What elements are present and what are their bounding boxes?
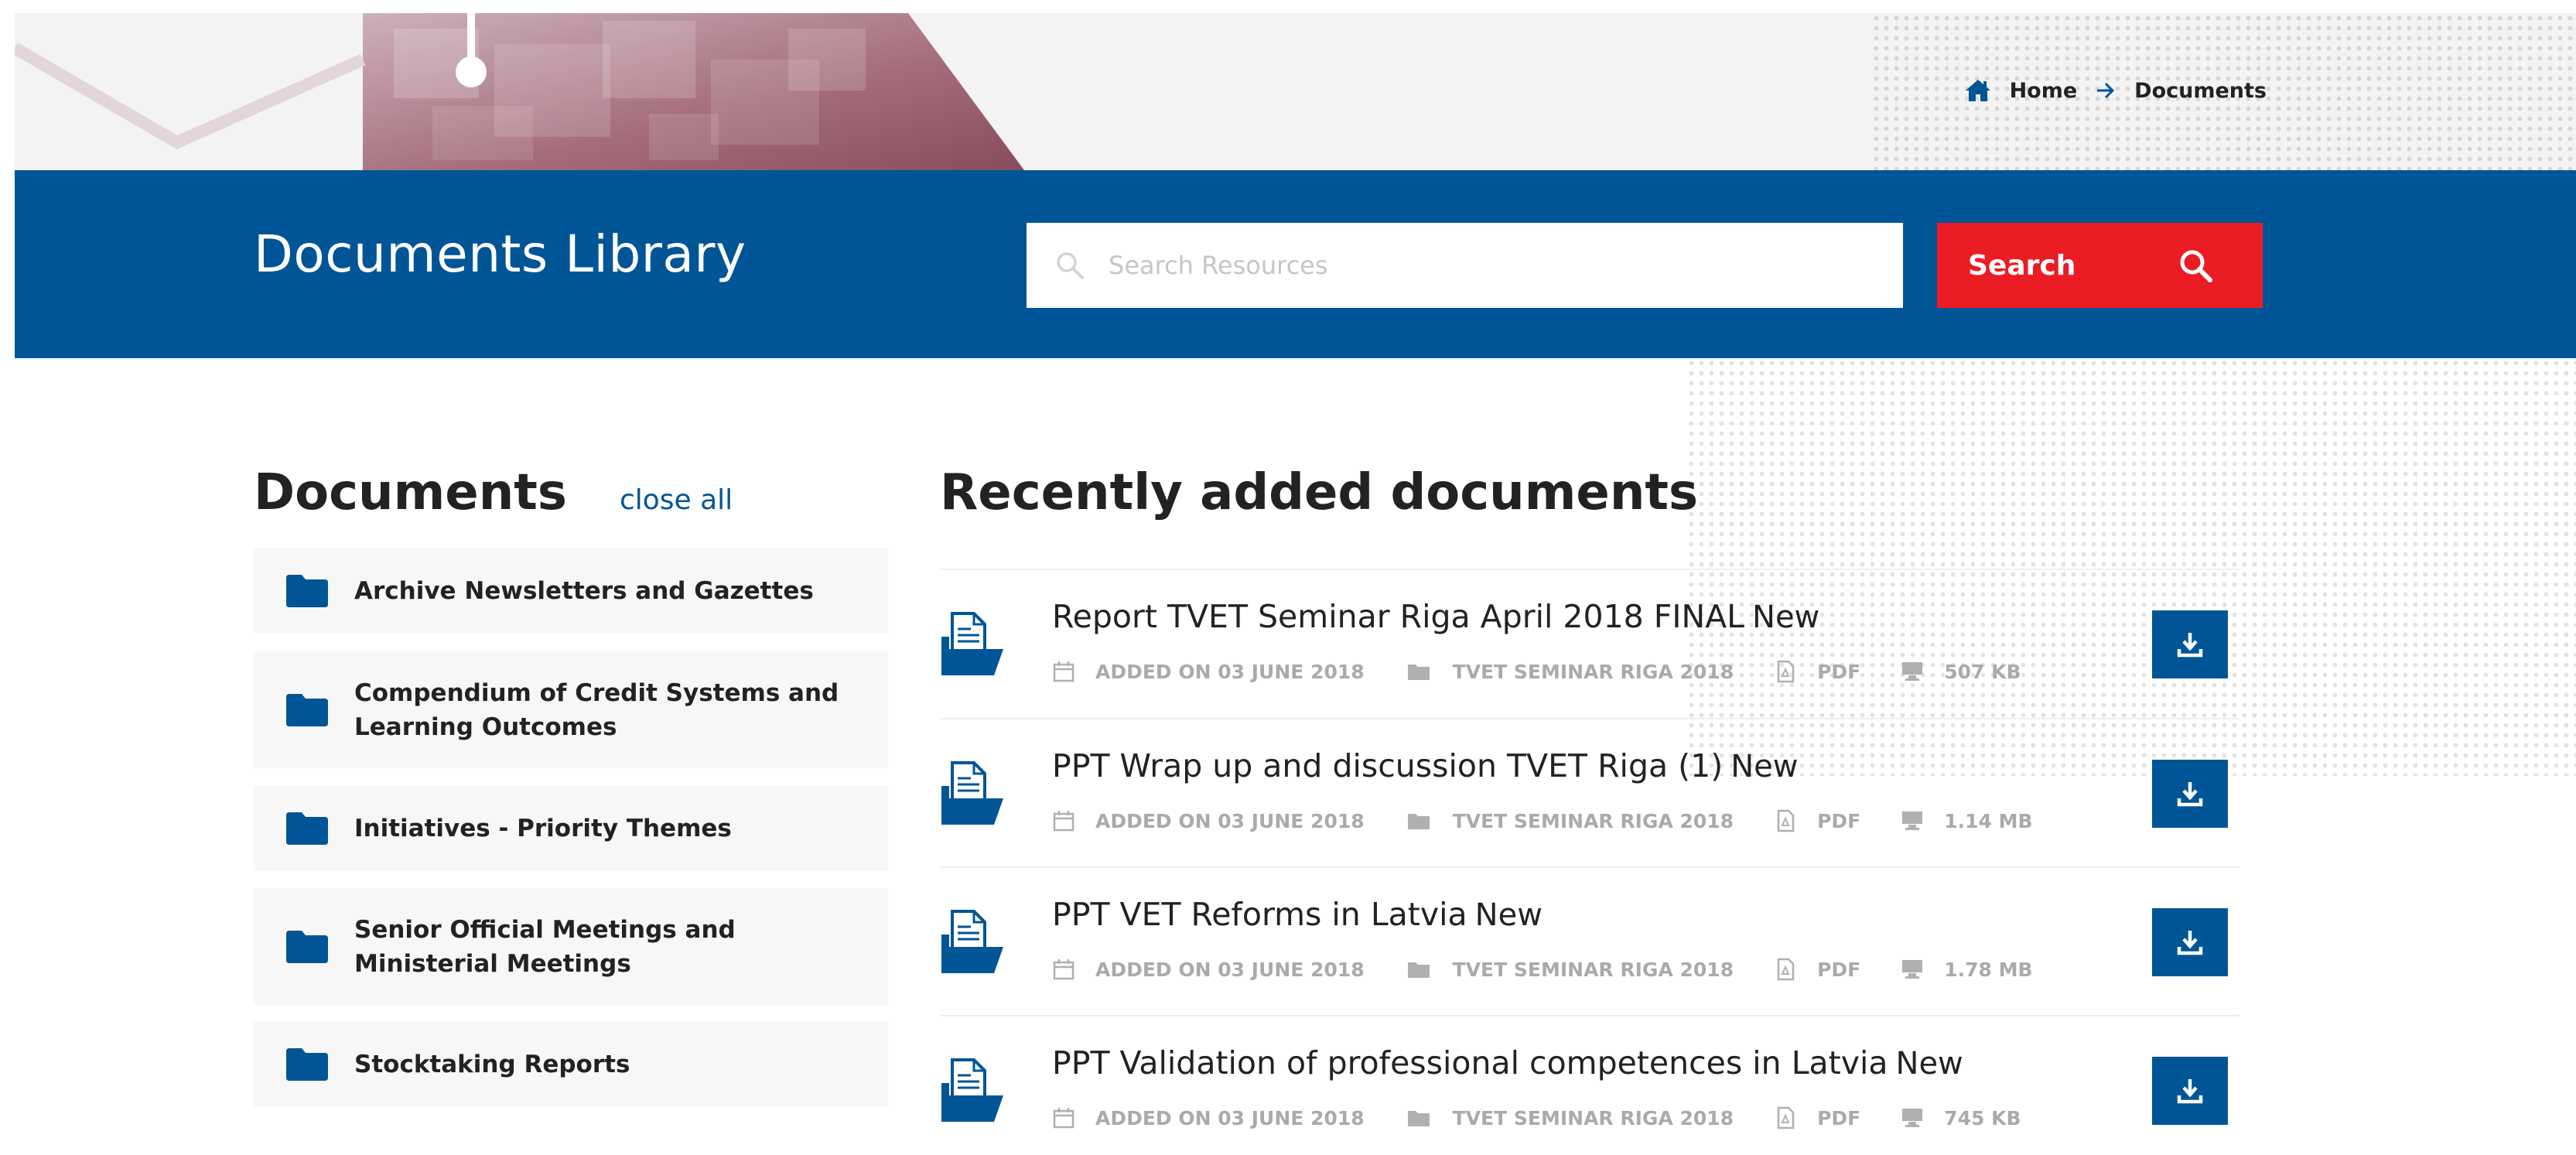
breadcrumb-current: Documents <box>2134 78 2267 103</box>
document-format: PDF <box>1817 660 1861 683</box>
pdf-icon <box>1777 660 1795 683</box>
search-input[interactable] <box>1109 251 1882 280</box>
document-icon <box>941 910 1003 973</box>
document-category: TVET SEMINAR RIGA 2018 <box>1452 1106 1734 1129</box>
document-meta: ADDED ON 03 JUNE 2018 TVET SEMINAR RIGA … <box>1052 809 2073 832</box>
header-bar: Documents Library Search <box>15 170 2576 358</box>
document-size: 1.14 MB <box>1944 809 2033 832</box>
folder-label: Senior Official Meetings and Ministerial… <box>354 915 736 978</box>
document-title[interactable]: Report TVET Seminar Riga April 2018 FINA… <box>1052 598 1819 635</box>
folder-icon <box>1407 665 1430 680</box>
filesize-icon <box>1902 662 1923 681</box>
folder-label: Stocktaking Reports <box>354 1051 630 1078</box>
document-format: PDF <box>1817 958 1861 981</box>
document-date: ADDED ON 03 JUNE 2018 <box>1095 1106 1365 1129</box>
calendar-icon <box>1053 661 1074 682</box>
document-row: Report TVET Seminar Riga April 2018 FINA… <box>940 569 2239 716</box>
document-meta: ADDED ON 03 JUNE 2018 TVET SEMINAR RIGA … <box>1052 1106 2062 1129</box>
download-icon <box>2177 1079 2203 1104</box>
new-badge: New <box>1752 600 1820 635</box>
documents-sidebar: Documents close all Archive Newsletters … <box>254 464 888 1107</box>
folder-icon <box>286 575 328 607</box>
download-icon <box>2177 931 2203 955</box>
download-icon <box>2177 633 2203 658</box>
arrow-right-icon <box>2097 82 2115 99</box>
sidebar-title: Documents <box>254 464 567 521</box>
home-icon[interactable] <box>1965 78 1991 103</box>
folder-icon <box>1407 962 1430 978</box>
new-badge: New <box>1474 897 1543 933</box>
filesize-icon <box>1902 1109 1923 1127</box>
document-title[interactable]: PPT VET Reforms in Latvia New <box>1052 896 1543 933</box>
folder-item[interactable]: Initiatives - Priority Themes <box>254 786 888 871</box>
document-category: TVET SEMINAR RIGA 2018 <box>1452 660 1734 683</box>
calendar-icon <box>1053 1108 1074 1129</box>
filesize-icon <box>1902 960 1923 979</box>
document-date: ADDED ON 03 JUNE 2018 <box>1095 809 1365 832</box>
document-title-text[interactable]: PPT Validation of professional competenc… <box>1052 1044 1888 1082</box>
pdf-icon <box>1777 958 1795 981</box>
close-all-link[interactable]: close all <box>620 484 733 516</box>
document-title-text[interactable]: PPT Wrap up and discussion TVET Riga (1) <box>1052 747 1723 784</box>
search-field[interactable] <box>1027 223 1903 308</box>
document-format: PDF <box>1817 809 1861 832</box>
filesize-icon <box>1902 812 1923 830</box>
folder-icon <box>286 812 328 845</box>
search-icon <box>1057 252 1084 279</box>
document-date: ADDED ON 03 JUNE 2018 <box>1095 958 1365 981</box>
folder-icon <box>1407 1111 1430 1126</box>
document-title[interactable]: PPT Wrap up and discussion TVET Riga (1)… <box>1052 747 1798 784</box>
folder-item[interactable]: Senior Official Meetings and Ministerial… <box>254 888 888 1005</box>
document-size: 745 KB <box>1944 1106 2021 1129</box>
recent-documents-title: Recently added documents <box>940 464 1699 521</box>
folder-item[interactable]: Archive Newsletters and Gazettes <box>254 548 888 634</box>
search-icon <box>2180 250 2212 282</box>
download-button[interactable] <box>2152 610 2228 678</box>
pdf-icon <box>1777 1106 1795 1129</box>
document-size: 507 KB <box>1944 660 2021 683</box>
download-button[interactable] <box>2152 1057 2228 1125</box>
document-row: PPT VET Reforms in Latvia New ADDED ON 03… <box>940 866 2239 1013</box>
download-button[interactable] <box>2152 908 2228 976</box>
download-icon <box>2177 782 2203 807</box>
breadcrumb: Home Documents <box>1965 78 2267 103</box>
calendar-icon <box>1053 959 1074 980</box>
folder-item[interactable]: Compendium of Credit Systems and Learnin… <box>254 651 888 768</box>
top-banner: Home Documents <box>15 13 2576 170</box>
search-button-label: Search <box>1968 249 2076 282</box>
document-title-text[interactable]: PPT VET Reforms in Latvia <box>1052 896 1467 933</box>
download-button[interactable] <box>2152 760 2228 828</box>
document-meta: ADDED ON 03 JUNE 2018 TVET SEMINAR RIGA … <box>1052 958 2073 981</box>
folder-icon <box>286 693 328 726</box>
document-icon <box>941 612 1003 675</box>
folder-label: Initiatives - Priority Themes <box>354 815 732 842</box>
folder-item[interactable]: Stocktaking Reports <box>254 1022 888 1107</box>
document-category: TVET SEMINAR RIGA 2018 <box>1452 958 1734 981</box>
folder-label: Archive Newsletters and Gazettes <box>354 577 814 605</box>
folder-icon <box>286 930 328 963</box>
document-row: PPT Validation of professional competenc… <box>940 1015 2239 1155</box>
document-size: 1.78 MB <box>1944 958 2033 981</box>
document-format: PDF <box>1817 1106 1861 1129</box>
recent-documents: Recently added documents Report TVET Sem… <box>940 464 2239 1129</box>
document-icon <box>941 1058 1003 1122</box>
new-badge: New <box>1730 749 1799 784</box>
search-button[interactable]: Search <box>1937 223 2263 308</box>
document-title-text[interactable]: Report TVET Seminar Riga April 2018 FINA… <box>1052 598 1744 635</box>
folder-label: Compendium of Credit Systems and Learnin… <box>354 678 839 741</box>
folder-icon <box>286 1048 328 1081</box>
document-date: ADDED ON 03 JUNE 2018 <box>1095 660 1365 683</box>
calendar-icon <box>1053 811 1074 832</box>
document-meta: ADDED ON 03 JUNE 2018 TVET SEMINAR RIGA … <box>1052 660 2062 683</box>
document-title[interactable]: PPT Validation of professional competenc… <box>1052 1044 1963 1082</box>
folder-icon <box>1407 814 1430 829</box>
pdf-icon <box>1777 809 1795 832</box>
breadcrumb-home-link[interactable]: Home <box>2010 79 2078 103</box>
document-icon <box>941 761 1003 825</box>
new-badge: New <box>1895 1046 1963 1082</box>
hero-graphic <box>15 13 1024 170</box>
page-title: Documents Library <box>254 224 746 284</box>
document-category: TVET SEMINAR RIGA 2018 <box>1452 809 1734 832</box>
document-row: PPT Wrap up and discussion TVET Riga (1)… <box>940 718 2239 865</box>
